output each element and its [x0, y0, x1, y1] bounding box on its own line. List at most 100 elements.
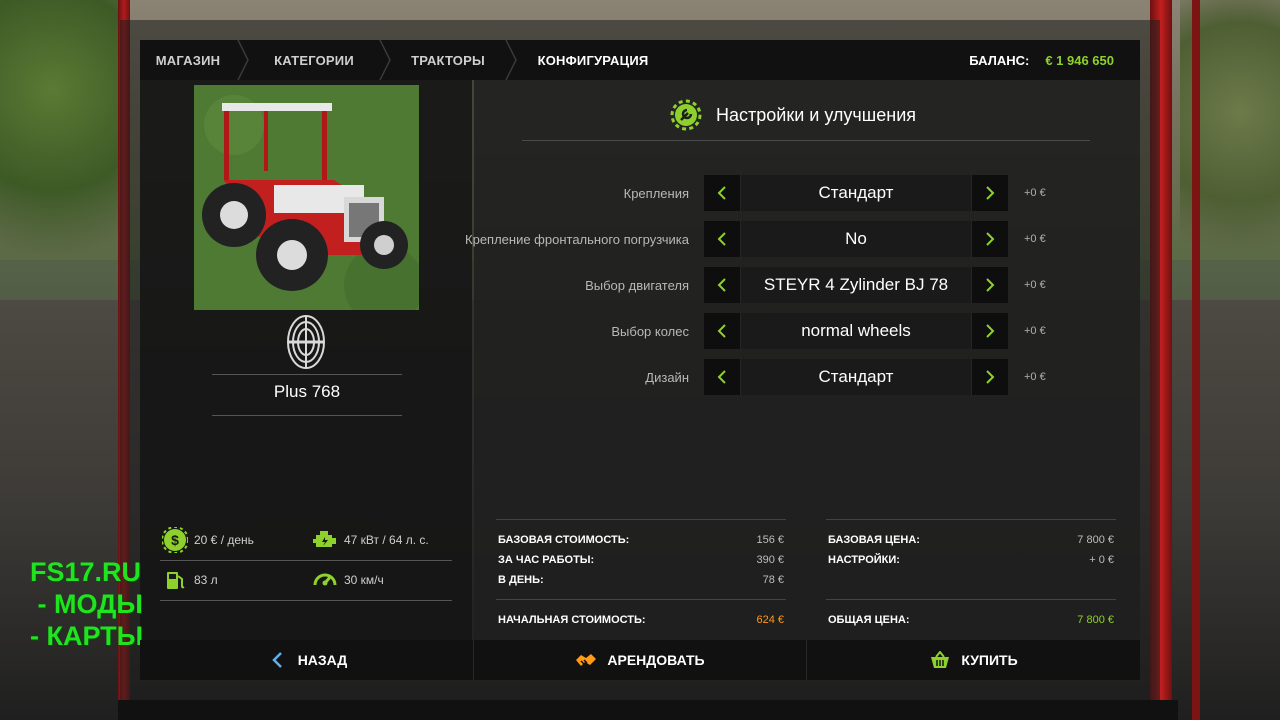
breadcrumb-separator-icon [378, 40, 392, 80]
option-label: Выбор двигателя [585, 277, 689, 293]
cab-dashboard [118, 700, 1178, 720]
breadcrumb-shop[interactable]: МАГАЗИН [140, 40, 236, 80]
lease-button[interactable]: АРЕНДОВАТЬ [474, 640, 806, 680]
chevron-right-icon [986, 370, 995, 384]
breadcrumb-configuration[interactable]: КОНФИГУРАЦИЯ [518, 40, 668, 80]
stat-daily-cost: $ 20 € / день [161, 526, 254, 554]
chevron-left-icon [266, 649, 288, 671]
breadcrumb-separator-icon [504, 40, 518, 80]
cost-label: БАЗОВАЯ СТОИМОСТЬ: [498, 534, 630, 546]
option-price: +0 € [1024, 371, 1046, 383]
buy-button[interactable]: КУПИТЬ [807, 640, 1140, 680]
option-prev-button[interactable] [704, 175, 740, 211]
option-row-engine: Выбор двигателя STEYR 4 Zylinder BJ 78 +… [440, 267, 1060, 303]
vehicle-preview-image [194, 85, 419, 310]
chevron-left-icon [717, 278, 726, 292]
buy-button-label: КУПИТЬ [961, 652, 1018, 668]
stat-speed: 30 км/ч [312, 567, 384, 593]
balance-display: БАЛАНС: € 1 946 650 [969, 40, 1114, 80]
price-row: БАЗОВАЯ ЦЕНА: 7 800 € [828, 532, 1114, 548]
option-next-button[interactable] [972, 175, 1008, 211]
option-value: No [740, 221, 972, 257]
engine-icon [312, 527, 338, 553]
brand-logo-icon [286, 314, 326, 370]
background-tree [1180, 0, 1280, 280]
cost-value: 390 € [756, 554, 784, 566]
option-prev-button[interactable] [704, 359, 740, 395]
option-value: Стандарт [740, 175, 972, 211]
option-price: +0 € [1024, 187, 1046, 199]
breadcrumb: МАГАЗИН КАТЕГОРИИ ТРАКТОРЫ КОНФИГУРАЦИЯ … [140, 40, 1140, 80]
price-row: НАСТРОЙКИ: + 0 € [828, 552, 1114, 568]
site-watermark: FS17.RU - МОДЫ - КАРТЫ [30, 556, 190, 652]
back-button-label: НАЗАД [297, 652, 348, 668]
chevron-right-icon [986, 232, 995, 246]
divider [496, 599, 786, 600]
option-value: normal wheels [740, 313, 972, 349]
cost-row: БАЗОВАЯ СТОИМОСТЬ: 156 € [498, 532, 784, 548]
divider [496, 519, 786, 520]
option-prev-button[interactable] [704, 313, 740, 349]
breadcrumb-tractors[interactable]: ТРАКТОРЫ [392, 40, 504, 80]
divider [160, 560, 452, 561]
price-total-row: ОБЩАЯ ЦЕНА: 7 800 € [828, 612, 1114, 628]
initial-cost-value: 624 € [756, 614, 784, 626]
divider [826, 519, 1116, 520]
cost-value: 78 € [762, 574, 784, 586]
cost-total-row: НАЧАЛЬНАЯ СТОИМОСТЬ: 624 € [498, 612, 784, 628]
price-value: 7 800 € [1077, 534, 1114, 546]
option-price: +0 € [1024, 325, 1046, 337]
price-label: БАЗОВАЯ ЦЕНА: [828, 534, 920, 546]
option-row-wheels: Выбор колес normal wheels +0 € [440, 313, 1060, 349]
config-section-title: Настройки и улучшения [670, 98, 916, 132]
divider [522, 140, 1090, 141]
cost-label: В ДЕНЬ: [498, 574, 544, 586]
option-row-attachments: Крепления Стандарт +0 € [440, 175, 1060, 211]
watermark-line: FS17.RU [30, 557, 142, 587]
option-label: Крепление фронтального погрузчика [465, 231, 689, 247]
option-next-button[interactable] [972, 267, 1008, 303]
chevron-left-icon [717, 186, 726, 200]
lease-button-label: АРЕНДОВАТЬ [607, 652, 705, 668]
price-label: НАСТРОЙКИ: [828, 554, 900, 566]
config-title-text: Настройки и улучшения [716, 104, 916, 125]
stat-daily-cost-value: 20 € / день [194, 533, 254, 547]
divider [212, 374, 402, 375]
option-row-design: Дизайн Стандарт +0 € [440, 359, 1060, 395]
stat-speed-value: 30 км/ч [344, 573, 384, 587]
chevron-right-icon [986, 324, 995, 338]
back-button[interactable]: НАЗАД [140, 640, 473, 680]
money-gear-icon: $ [161, 526, 189, 554]
divider [212, 415, 402, 416]
stat-fuel-value: 83 л [194, 573, 218, 587]
option-prev-button[interactable] [704, 221, 740, 257]
price-value: + 0 € [1089, 554, 1114, 566]
option-next-button[interactable] [972, 221, 1008, 257]
breadcrumb-categories[interactable]: КАТЕГОРИИ [250, 40, 378, 80]
cost-value: 156 € [756, 534, 784, 546]
option-price: +0 € [1024, 233, 1046, 245]
option-next-button[interactable] [972, 313, 1008, 349]
chevron-left-icon [717, 232, 726, 246]
option-label: Выбор колес [611, 323, 689, 339]
basket-icon [929, 649, 951, 671]
option-value: STEYR 4 Zylinder BJ 78 [740, 267, 972, 303]
divider [826, 599, 1116, 600]
handshake-icon [575, 649, 597, 671]
chevron-left-icon [717, 324, 726, 338]
breadcrumb-separator-icon [236, 40, 250, 80]
speedometer-icon [312, 567, 338, 593]
divider [160, 600, 452, 601]
option-label: Дизайн [645, 369, 689, 385]
option-prev-button[interactable] [704, 267, 740, 303]
price-label: ОБЩАЯ ЦЕНА: [828, 614, 910, 626]
chevron-right-icon [986, 278, 995, 292]
svg-text:$: $ [171, 532, 179, 548]
watermark-line: - МОДЫ [30, 589, 143, 619]
chevron-right-icon [986, 186, 995, 200]
option-value: Стандарт [740, 359, 972, 395]
option-next-button[interactable] [972, 359, 1008, 395]
option-row-front-loader: Крепление фронтального погрузчика No +0 … [440, 221, 1060, 257]
background-tree [0, 0, 130, 300]
balance-label: БАЛАНС: [969, 52, 1030, 68]
